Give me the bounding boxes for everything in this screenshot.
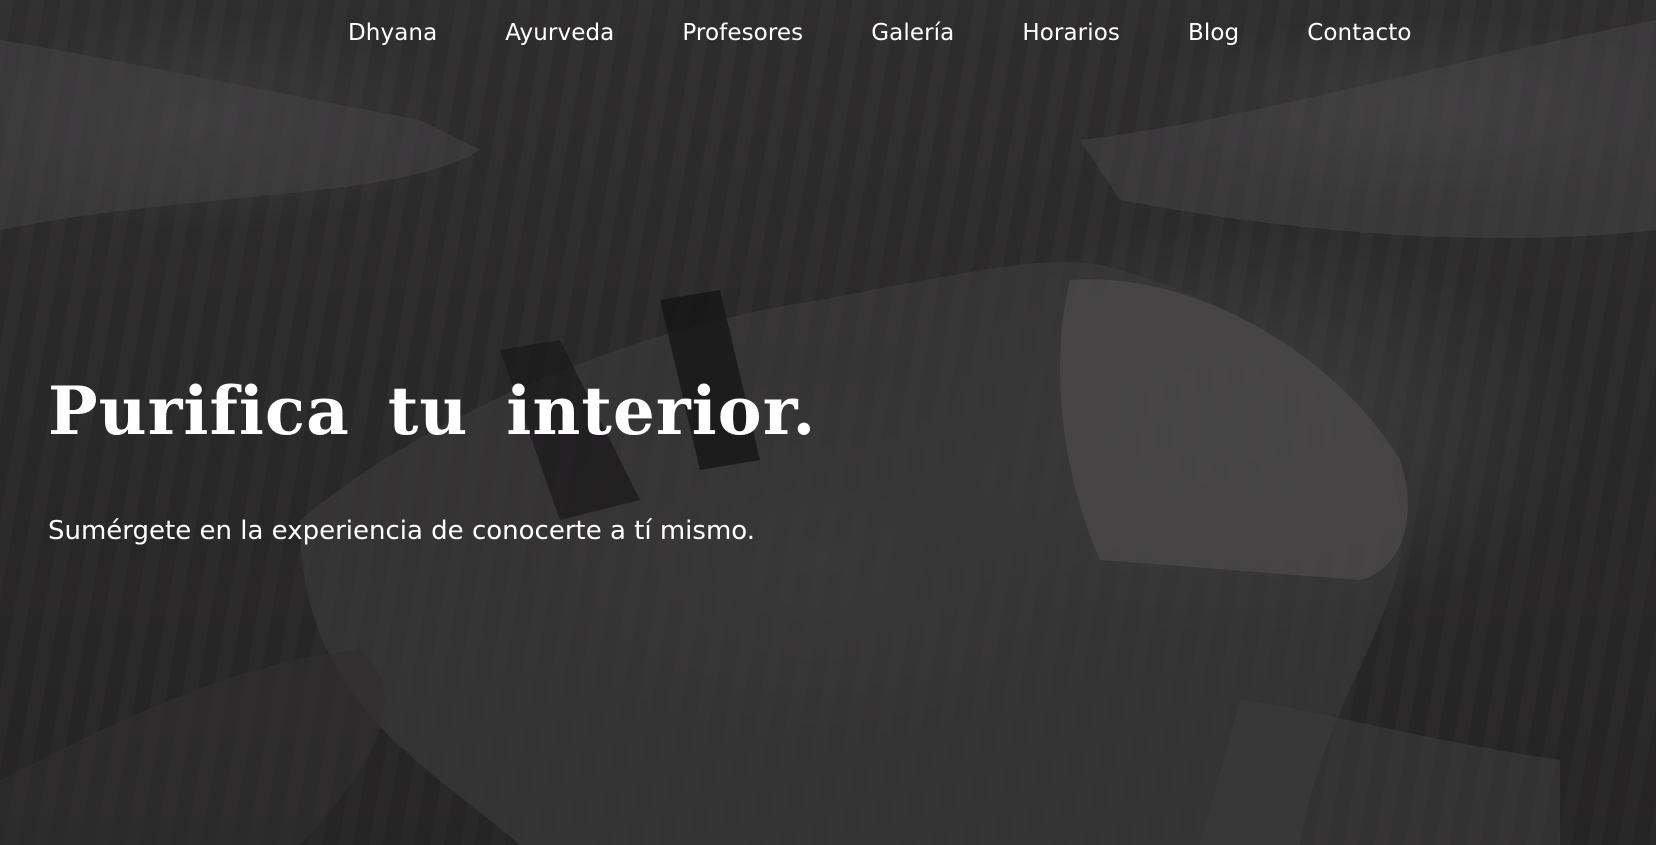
- nav-item-ayurveda[interactable]: Ayurveda: [505, 20, 614, 46]
- nav-item-dhyana[interactable]: Dhyana: [348, 20, 437, 46]
- nav-item-galeria[interactable]: Galería: [871, 20, 954, 46]
- hero-subtitle: Sumérgete en la experiencia de conocerte…: [48, 516, 755, 546]
- hero-section: Dhyana Ayurveda Profesores Galería Horar…: [0, 0, 1656, 845]
- main-nav: Dhyana Ayurveda Profesores Galería Horar…: [348, 20, 1412, 46]
- nav-item-horarios[interactable]: Horarios: [1022, 20, 1120, 46]
- nav-item-blog[interactable]: Blog: [1188, 20, 1239, 46]
- hero-title: Purifica tu interior.: [48, 372, 817, 450]
- nav-item-contacto[interactable]: Contacto: [1307, 20, 1411, 46]
- nav-item-profesores[interactable]: Profesores: [682, 20, 803, 46]
